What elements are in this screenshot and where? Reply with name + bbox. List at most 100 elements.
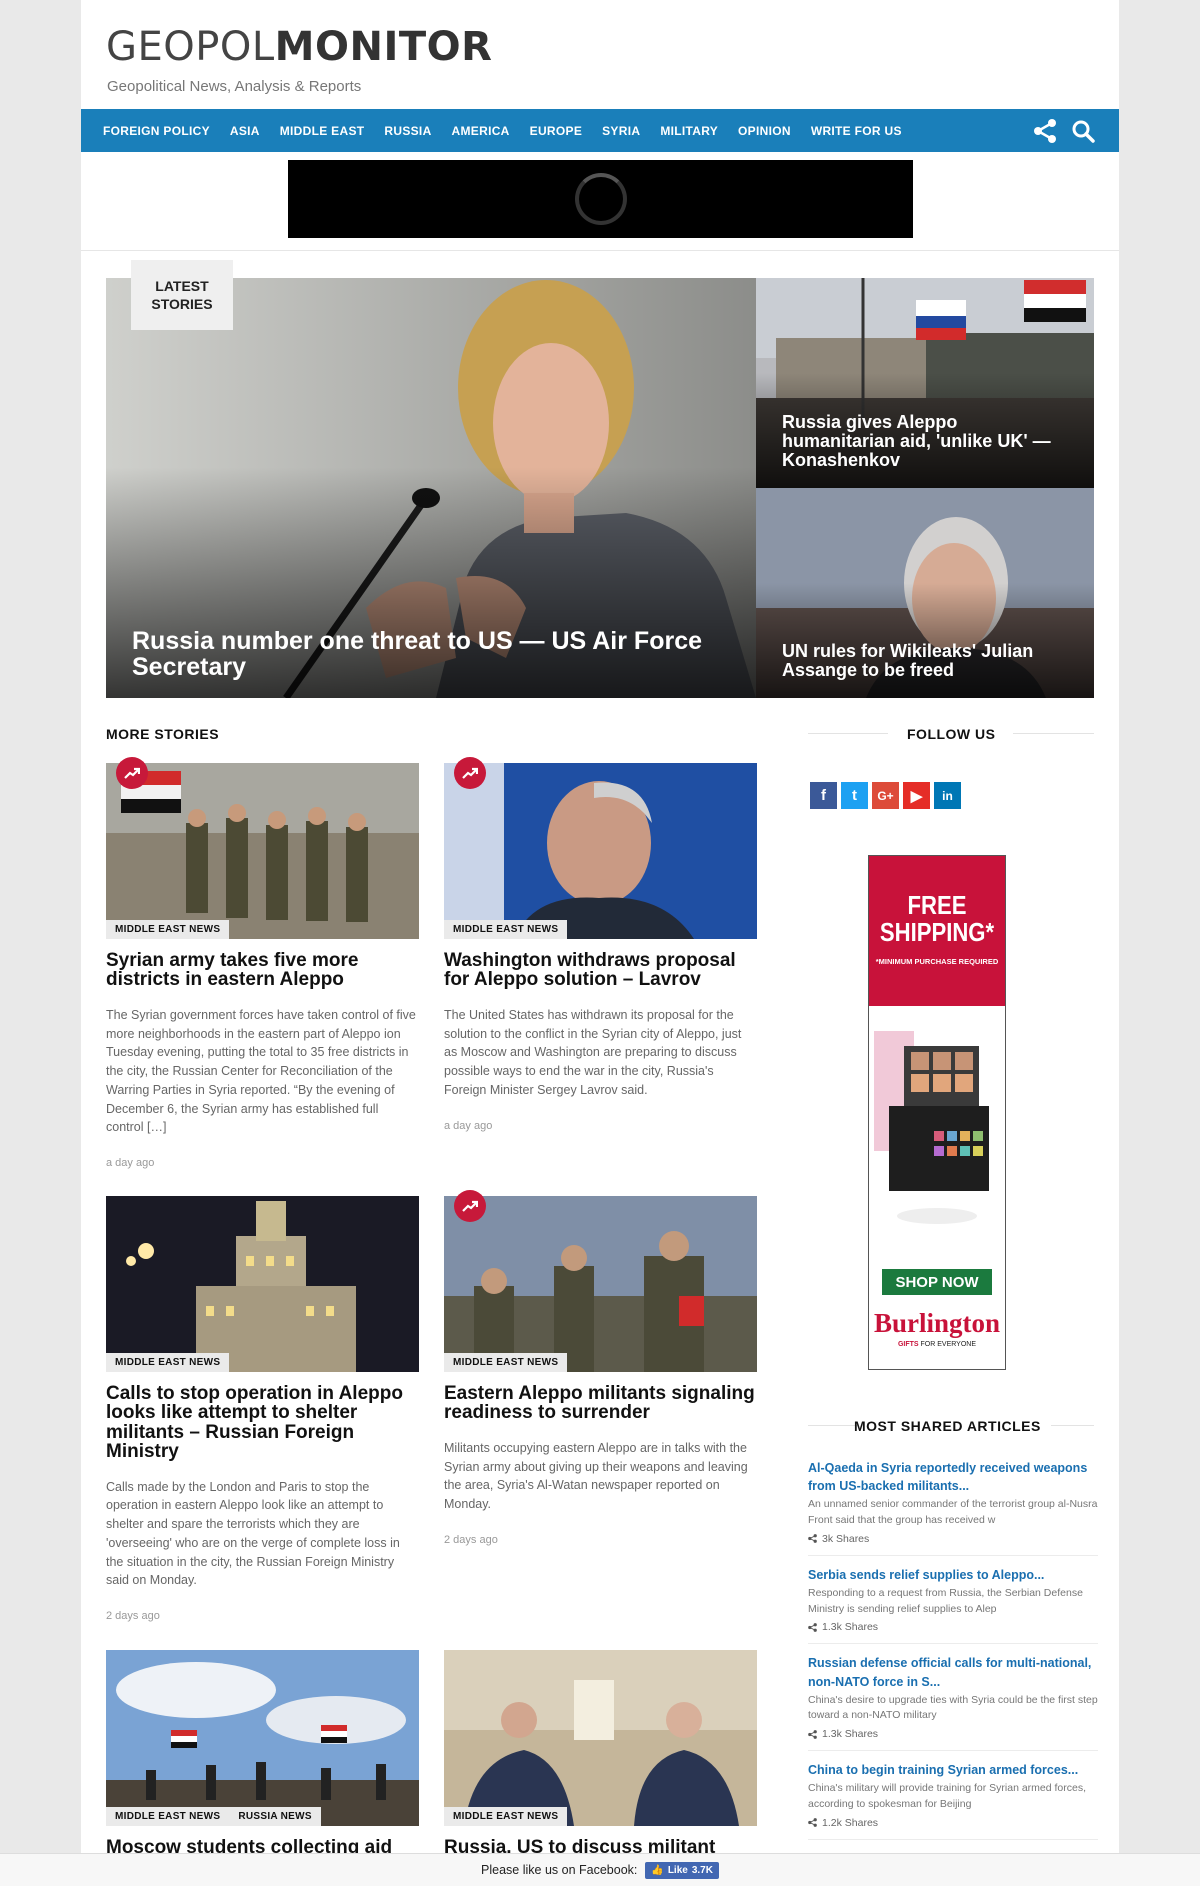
social-links: f t G+ ▶ in [810,782,961,809]
ad-header: FREE SHIPPING* *MINIMUM PURCHASE REQUIRE… [869,856,1005,1006]
shares-text: 1.3k Shares [822,1621,879,1634]
hero-side-title-2[interactable]: UN rules for Wikileaks' Julian Assange t… [782,642,1074,680]
story-tags: MIDDLE EAST NEWS [106,920,230,939]
trending-icon [454,1190,486,1222]
nav-item-foreign-policy[interactable]: FOREIGN POLICY [103,124,210,138]
follow-us-heading: FOLLOW US [907,726,996,742]
hero-main-story[interactable]: Russia number one threat to US — US Air … [106,278,756,698]
sidebar-ad[interactable]: FREE SHIPPING* *MINIMUM PURCHASE REQUIRE… [868,855,1006,1370]
trending-icon [454,757,486,789]
shared-article-title[interactable]: Serbia sends relief supplies to Aleppo..… [808,1566,1098,1584]
nav-item-syria[interactable]: SYRIA [602,124,640,138]
story-image[interactable]: MIDDLE EAST NEWS [106,1196,419,1372]
shared-article-title[interactable]: China to begin training Syrian armed for… [808,1761,1098,1779]
story-title[interactable]: Washington withdraws proposal for Aleppo… [444,951,757,990]
story-card-2[interactable]: MIDDLE EAST NEWS Washington withdraws pr… [444,757,757,1132]
story-image[interactable]: MIDDLE EAST NEWS [106,763,419,939]
shared-article-title[interactable]: Al-Qaeda in Syria reportedly received we… [808,1459,1098,1495]
ad-shop-now-button[interactable]: SHOP NOW [882,1269,992,1295]
nav-icons [1031,117,1097,145]
story-tags: MIDDLE EAST NEWS RUSSIA NEWS [106,1807,321,1826]
site-tagline: Geopolitical News, Analysis & Reports [107,78,362,95]
category-tag[interactable]: MIDDLE EAST NEWS [444,920,568,939]
google-plus-icon[interactable]: G+ [872,782,899,809]
story-card-6[interactable]: MIDDLE EAST NEWS Russia, US to discuss m… [444,1650,757,1857]
shares-text: 1.3k Shares [822,1728,879,1741]
category-tag[interactable]: RUSSIA NEWS [229,1807,321,1826]
linkedin-icon[interactable]: in [934,782,961,809]
story-image[interactable]: MIDDLE EAST NEWS [444,1196,757,1372]
story-time: a day ago [106,1157,155,1169]
shared-article: Serbia sends relief supplies to Aleppo..… [808,1566,1098,1645]
story-photo-lavrov [444,763,757,939]
story-image[interactable]: MIDDLE EAST NEWS [444,1650,757,1826]
shared-article: Al-Qaeda in Syria reportedly received we… [808,1459,1098,1556]
category-tag[interactable]: MIDDLE EAST NEWS [444,1807,568,1826]
category-tag[interactable]: MIDDLE EAST NEWS [106,1353,230,1372]
facebook-like-button[interactable]: 👍 Like 3.7K [645,1861,719,1879]
facebook-icon[interactable]: f [810,782,837,809]
story-image[interactable]: MIDDLE EAST NEWS RUSSIA NEWS [106,1650,419,1826]
twitter-icon[interactable]: t [841,782,868,809]
youtube-icon[interactable]: ▶ [903,782,930,809]
search-icon[interactable] [1069,117,1097,145]
share-small-icon [808,1623,817,1632]
nav-item-middle-east[interactable]: MIDDLE EAST [280,124,365,138]
latest-badge-line2: STORIES [151,296,213,312]
story-tags: MIDDLE EAST NEWS [444,1807,568,1826]
top-ad-banner[interactable] [288,160,913,238]
story-card-5[interactable]: MIDDLE EAST NEWS RUSSIA NEWS Moscow stude… [106,1650,419,1877]
nav-item-russia[interactable]: RUSSIA [384,124,431,138]
category-tag[interactable]: MIDDLE EAST NEWS [106,1807,230,1826]
share-small-icon [808,1534,817,1544]
site-logo[interactable]: GEOPOLMONITOR [106,24,492,70]
hero-side-title-1[interactable]: Russia gives Aleppo humanitarian aid, 'u… [782,413,1074,470]
category-tag[interactable]: MIDDLE EAST NEWS [106,920,230,939]
nav-item-asia[interactable]: ASIA [230,124,260,138]
like-count: 3.7K [691,1864,713,1876]
story-card-1[interactable]: MIDDLE EAST NEWS Syrian army takes five … [106,757,419,1169]
hero-side-story-1[interactable]: Russia gives Aleppo humanitarian aid, 'u… [756,278,1094,488]
story-title[interactable]: Eastern Aleppo militants signaling readi… [444,1384,757,1423]
nav-item-europe[interactable]: EUROPE [530,124,582,138]
shared-article-desc: An unnamed senior commander of the terro… [808,1498,1098,1526]
nav-item-military[interactable]: MILITARY [660,124,718,138]
nav-item-opinion[interactable]: OPINION [738,124,791,138]
shared-article-count: 1.3k Shares [808,1728,1098,1740]
nav-item-write-for-us[interactable]: WRITE FOR US [811,124,902,138]
follow-divider-left [808,733,888,734]
share-icon[interactable] [1031,117,1059,145]
shared-article-title[interactable]: Russian defense official calls for multi… [808,1654,1098,1690]
latest-stories-badge: LATEST STORIES [131,260,233,330]
ad-product-image [869,1006,1005,1246]
hero-main-title[interactable]: Russia number one threat to US — US Air … [132,627,726,681]
story-time: a day ago [444,1119,493,1132]
share-small-icon [808,1818,817,1828]
story-excerpt: The Syrian government forces have taken … [106,1007,416,1135]
logo-text-bold: MONITOR [274,24,493,70]
latest-stories-hero: Russia number one threat to US — US Air … [106,260,1094,698]
hero-side-story-2[interactable]: UN rules for Wikileaks' Julian Assange t… [756,488,1094,698]
logo-text-thin: GEOPOL [106,24,275,70]
thumbs-up-icon: 👍 [651,1864,664,1876]
story-title[interactable]: Calls to stop operation in Aleppo looks … [106,1384,419,1462]
nav-item-america[interactable]: AMERICA [452,124,510,138]
story-card-3[interactable]: MIDDLE EAST NEWS Calls to stop operation… [106,1196,419,1622]
story-title[interactable]: Syrian army takes five more districts in… [106,951,419,990]
story-card-4[interactable]: MIDDLE EAST NEWS Eastern Aleppo militant… [444,1190,757,1546]
shares-text: 3k Shares [822,1532,870,1545]
story-excerpt: The United States has withdrawn its prop… [444,1007,742,1097]
shared-article: China to begin training Syrian armed for… [808,1761,1098,1840]
ad-min-text: *MINIMUM PURCHASE REQUIRED [875,956,999,966]
story-image[interactable]: MIDDLE EAST NEWS [444,763,757,939]
shared-article-count: 1.2k Shares [808,1817,1098,1829]
story-excerpt: Calls made by the London and Paris to st… [106,1479,400,1588]
most-shared-heading: MOST SHARED ARTICLES [854,1418,1041,1434]
follow-divider-right [1013,733,1094,734]
category-tag[interactable]: MIDDLE EAST NEWS [444,1353,568,1372]
most-shared-list: Al-Qaeda in Syria reportedly received we… [808,1459,1098,1850]
story-time: 2 days ago [106,1610,160,1622]
story-excerpt: Militants occupying eastern Aleppo are i… [444,1440,748,1511]
shares-text: 1.2k Shares [822,1816,879,1829]
shared-article-desc: China's military will provide training f… [808,1782,1087,1810]
